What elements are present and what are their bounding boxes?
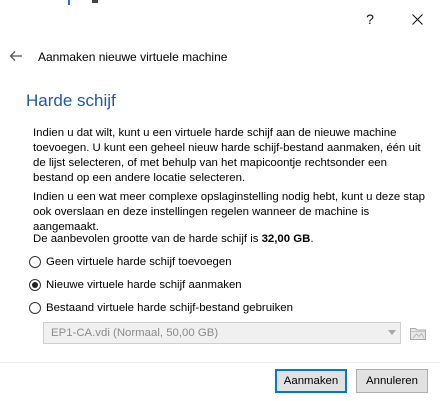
cancel-button[interactable]: Annuleren bbox=[356, 369, 428, 393]
intro-paragraph: Indien u dat wilt, kunt u een virtuele h… bbox=[33, 127, 421, 184]
close-icon bbox=[411, 13, 423, 25]
background-sliver-mark bbox=[92, 0, 98, 3]
radio-new-disk[interactable]: Nieuwe virtuele harde schijf aanmaken bbox=[29, 277, 242, 293]
folder-icon bbox=[410, 328, 426, 340]
chevron-down-icon bbox=[388, 330, 396, 335]
close-button[interactable] bbox=[400, 6, 434, 32]
radio-label: Nieuwe virtuele harde schijf aanmaken bbox=[46, 279, 242, 291]
radio-existing-disk[interactable]: Bestaand virtuele harde schijf-bestand g… bbox=[29, 300, 293, 316]
recommended-size-suffix: . bbox=[310, 233, 314, 245]
wizard-title: Aanmaken nieuwe virtuele machine bbox=[38, 50, 228, 64]
radio-no-disk[interactable]: Geen virtuele harde schijf toevoegen bbox=[29, 254, 232, 270]
dialog-titlebar: ? bbox=[0, 6, 440, 32]
background-sliver-mark bbox=[68, 0, 70, 5]
radio-label: Bestaand virtuele harde schijf-bestand g… bbox=[46, 302, 293, 314]
help-button[interactable]: ? bbox=[356, 6, 384, 32]
existing-file-dropdown[interactable]: EP1-CA.vdi (Normaal, 50,00 GB) bbox=[43, 322, 401, 344]
page-title: Harde schijf bbox=[26, 91, 116, 110]
back-button[interactable] bbox=[6, 46, 26, 66]
browse-file-button[interactable] bbox=[408, 323, 428, 343]
skip-paragraph: Indien u een wat meer complexe opslagins… bbox=[33, 191, 425, 233]
footer-divider bbox=[0, 362, 440, 363]
create-button[interactable]: Aanmaken bbox=[275, 369, 347, 393]
radio-button[interactable] bbox=[29, 279, 41, 291]
radio-button[interactable] bbox=[29, 256, 41, 268]
recommended-size-prefix: De aanbevolen grootte van de harde schij… bbox=[33, 233, 262, 245]
arrow-left-icon bbox=[9, 51, 22, 61]
radio-button[interactable] bbox=[29, 302, 41, 314]
recommended-size-text: De aanbevolen grootte van de harde schij… bbox=[33, 232, 428, 247]
radio-label: Geen virtuele harde schijf toevoegen bbox=[46, 256, 232, 268]
existing-file-value: EP1-CA.vdi (Normaal, 50,00 GB) bbox=[51, 327, 219, 339]
wizard-header: Aanmaken nieuwe virtuele machine bbox=[0, 40, 440, 74]
recommended-size-value: 32,00 GB bbox=[261, 233, 311, 245]
